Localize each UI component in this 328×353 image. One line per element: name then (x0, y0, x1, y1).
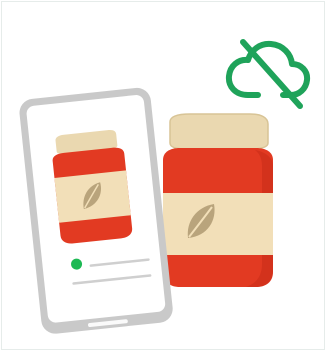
jar-icon (163, 113, 273, 287)
phone-icon (19, 87, 173, 334)
jar-lid (169, 113, 269, 150)
offline-jar-illustration (19, 39, 311, 334)
jar-label (163, 193, 273, 255)
cloud-off-icon (225, 39, 311, 109)
